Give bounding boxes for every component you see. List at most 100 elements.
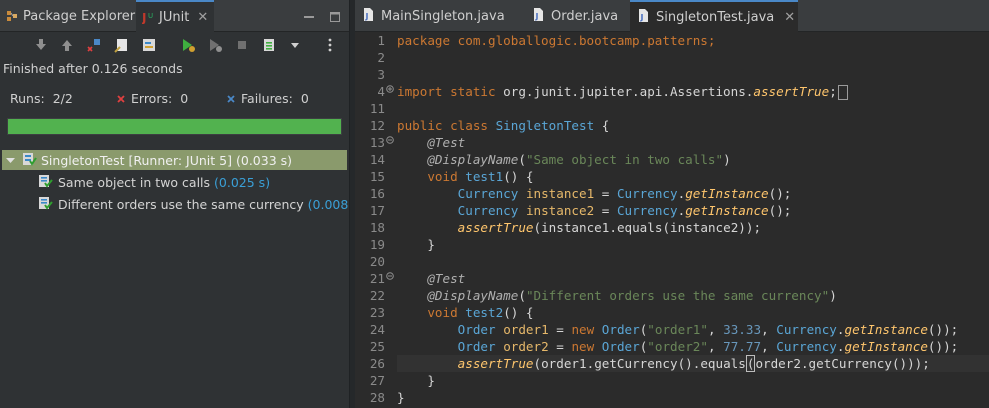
- folded-import-marker[interactable]: [837, 85, 848, 100]
- code-variable: order1: [503, 322, 549, 337]
- line-number: 11: [369, 101, 385, 116]
- line-number: 24: [369, 322, 385, 337]
- code-identifier: getCurrency: [594, 356, 678, 371]
- line-number: 2: [377, 50, 385, 65]
- code-method: getInstance: [844, 322, 928, 337]
- test-run-history-icon[interactable]: [261, 37, 277, 53]
- line-number-gutter: 1 2 3 4 11 12 13 14 15 16 17 18 19 20 21…: [355, 32, 394, 408]
- code-identifier: equals: [616, 220, 663, 235]
- code-string: "Different orders use the same currency": [525, 288, 830, 303]
- tab-package-explorer[interactable]: Package Explorer: [0, 0, 136, 32]
- line-number: 4: [377, 84, 385, 99]
- tree-test-item[interactable]: Different orders use the same currency (…: [38, 194, 364, 214]
- junit-toolbar: [0, 33, 349, 57]
- close-icon[interactable]: ✕: [197, 10, 208, 25]
- line-number: 16: [369, 186, 385, 201]
- code-identifier: order1: [541, 356, 587, 371]
- next-failure-icon[interactable]: [33, 37, 49, 53]
- code-package-decl: package com.globallogic.bootcamp.pattern…: [397, 33, 716, 48]
- code-type: Order: [457, 322, 496, 337]
- view-menu-icon[interactable]: [322, 37, 338, 53]
- code-method-decl: test2: [465, 305, 504, 320]
- code-annotation: @Test: [427, 271, 466, 286]
- line-number: 14: [369, 152, 385, 167]
- code-type: Currency: [776, 339, 837, 354]
- line-number: 15: [369, 169, 385, 184]
- code-variable: order2: [503, 339, 549, 354]
- tab-order[interactable]: J Order.java: [525, 0, 625, 32]
- code-editor[interactable]: 1 2 3 4 11 12 13 14 15 16 17 18 19 20 21…: [355, 32, 989, 408]
- code-type: Currency: [616, 203, 678, 218]
- code-identifier: org.junit.jupiter.api.Assertions.: [503, 84, 754, 99]
- code-identifier: getCurrency: [808, 356, 892, 371]
- code-line: Currency instance2 = Currency.getInstanc…: [457, 203, 792, 218]
- code-method: assertTrue: [753, 84, 830, 99]
- tab-junit[interactable]: JU JUnit ✕: [136, 0, 214, 32]
- runs-counter: Runs: 2/2: [10, 91, 73, 106]
- line-number: 26: [369, 356, 385, 371]
- java-file-icon: J: [638, 8, 650, 26]
- code-line: Order order1 = new Order("order1", 33.33…: [457, 322, 959, 337]
- fold-collapse-icon[interactable]: [386, 270, 394, 287]
- editor-tab-bar: J MainSingleton.java J Order.java J Sing…: [355, 0, 989, 32]
- java-file-icon: J: [363, 7, 375, 25]
- tab-junit-label: JUnit: [159, 9, 190, 25]
- editor-area: J MainSingleton.java J Order.java J Sing…: [355, 0, 989, 408]
- show-ignored-icon[interactable]: [141, 37, 157, 53]
- code-line: void test1() {: [397, 168, 534, 185]
- code-number: 33.33: [723, 322, 762, 337]
- code-method: assertTrue: [457, 220, 534, 235]
- code-keyword: new: [571, 339, 602, 354]
- failures-counter: Failures: 0: [227, 91, 309, 106]
- rerun-test-icon[interactable]: [180, 37, 196, 53]
- maximize-icon[interactable]: [329, 8, 341, 22]
- java-file-icon: J: [533, 7, 545, 25]
- view-window-controls: [303, 8, 341, 22]
- code-line: package com.globallogic.bootcamp.pattern…: [397, 32, 715, 49]
- history-dropdown-icon[interactable]: [287, 37, 303, 53]
- scroll-lock-icon[interactable]: [114, 37, 130, 53]
- left-tab-bar: Package Explorer JU JUnit ✕: [0, 0, 349, 32]
- code-line: assertTrue(instance1.equals(instance2));: [457, 220, 762, 235]
- line-number: 18: [369, 220, 385, 235]
- tab-mainsingleton[interactable]: J MainSingleton.java: [355, 0, 525, 32]
- errors-label: Errors:: [131, 91, 173, 106]
- code-punct: () {: [503, 169, 534, 184]
- line-number: 27: [369, 373, 385, 388]
- test-label: Different orders use the same currency: [58, 196, 304, 212]
- stop-icon[interactable]: [234, 37, 250, 53]
- runs-label: Runs:: [10, 91, 45, 106]
- code-keyword: void: [427, 305, 466, 320]
- code-annotation: @DisplayName: [427, 152, 519, 167]
- code-punct: () {: [503, 305, 534, 320]
- line-number: 12: [369, 118, 385, 133]
- tree-test-item[interactable]: Same object in two calls (0.025 s): [38, 172, 270, 192]
- minimize-icon[interactable]: [303, 8, 315, 20]
- test-time: (0.025 s): [214, 174, 271, 190]
- tab-singletontest[interactable]: J SingletonTest.java ✕: [630, 0, 798, 32]
- tree-root-suite[interactable]: SingletonTest [Runner: JUnit 5] (0.033 s…: [2, 150, 347, 170]
- show-failures-only-icon[interactable]: [86, 37, 102, 53]
- expand-chevron-icon[interactable]: [6, 153, 18, 168]
- code-line: void test2() {: [397, 304, 534, 321]
- failure-icon: [227, 91, 237, 106]
- test-passed-icon: [38, 174, 54, 191]
- code-method: getInstance: [685, 203, 769, 218]
- previous-failure-icon[interactable]: [59, 37, 75, 53]
- line-number: 1: [377, 33, 385, 48]
- line-number: 23: [369, 305, 385, 320]
- fold-collapse-icon[interactable]: [386, 134, 394, 151]
- code-keyword: import static: [397, 84, 504, 99]
- code-punct: }: [427, 237, 435, 252]
- errors-value: 0: [180, 91, 189, 106]
- close-icon[interactable]: ✕: [784, 10, 795, 25]
- rerun-failures-first-icon[interactable]: [207, 37, 223, 53]
- code-line: }: [397, 372, 435, 389]
- line-number: 13: [369, 135, 385, 150]
- code-type: Order: [457, 339, 496, 354]
- code-string: "order1": [647, 322, 708, 337]
- fold-expand-icon[interactable]: [386, 83, 394, 100]
- text-cursor: (: [745, 355, 756, 372]
- code-line: import static org.junit.jupiter.api.Asse…: [397, 83, 848, 100]
- code-punct: }: [427, 373, 435, 388]
